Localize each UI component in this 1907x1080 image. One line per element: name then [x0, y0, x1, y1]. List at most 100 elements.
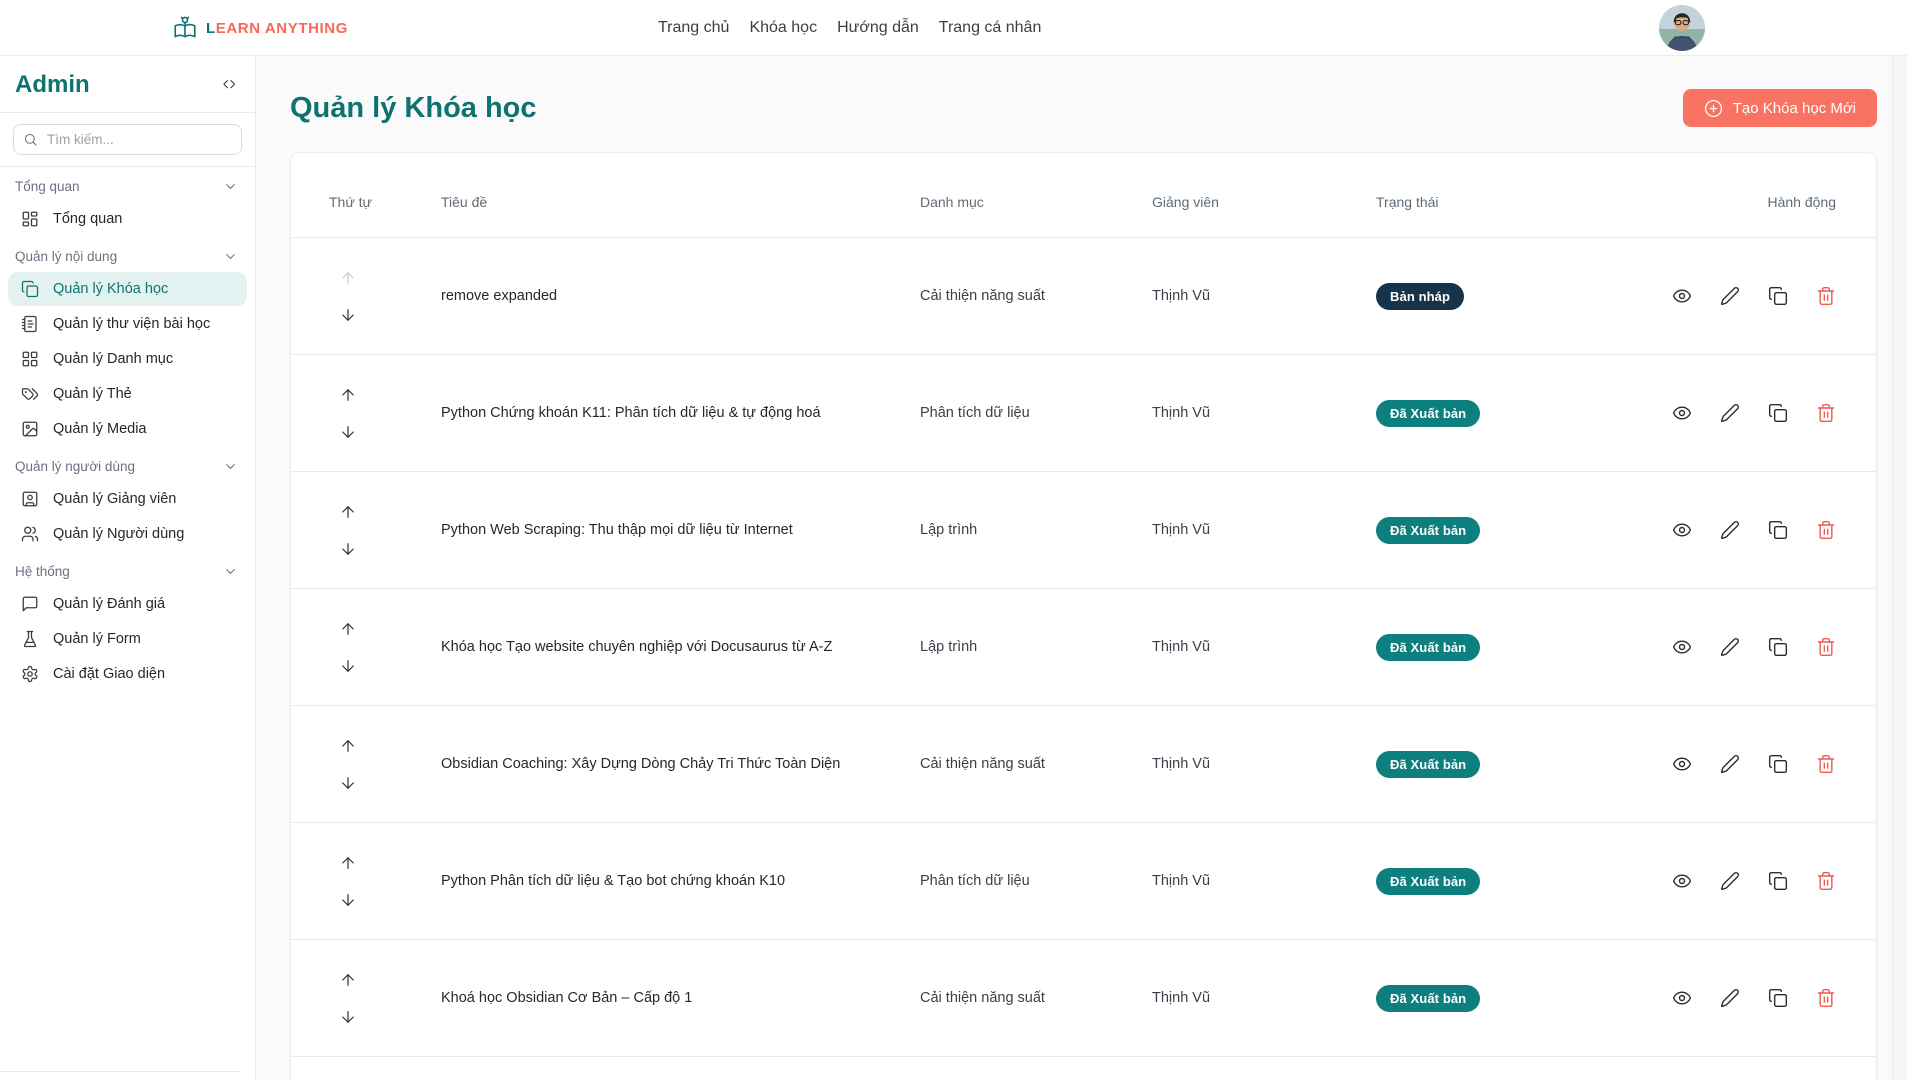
- sidebar-item-users[interactable]: Quản lý Người dùng: [8, 517, 247, 551]
- edit-button[interactable]: [1720, 520, 1740, 540]
- sidebar-item-instructors[interactable]: Quản lý Giảng viên: [8, 482, 247, 516]
- arrow-down-icon: [342, 776, 354, 789]
- sidebar-item-media[interactable]: Quản lý Media: [8, 412, 247, 446]
- sidebar-collapse-button[interactable]: [222, 77, 238, 93]
- edit-button[interactable]: [1720, 988, 1740, 1008]
- edit-button[interactable]: [1720, 754, 1740, 774]
- move-up-button[interactable]: [339, 737, 357, 755]
- delete-button[interactable]: [1816, 754, 1836, 774]
- sidebar-item-lesson-library[interactable]: Quản lý thư viện bài học: [8, 307, 247, 341]
- delete-button[interactable]: [1816, 637, 1836, 657]
- sidebar-section-system[interactable]: Hệ thống: [0, 552, 255, 586]
- message-icon: [21, 595, 39, 613]
- edit-button[interactable]: [1720, 871, 1740, 891]
- view-button[interactable]: [1672, 871, 1692, 891]
- view-button[interactable]: [1672, 403, 1692, 423]
- table-row: remove expanded Cải thiện năng suất Thịn…: [291, 237, 1876, 354]
- pencil-icon: [1720, 872, 1739, 891]
- delete-button[interactable]: [1816, 403, 1836, 423]
- view-button[interactable]: [1672, 286, 1692, 306]
- copy-icon: [1768, 754, 1788, 774]
- course-instructor: Thịnh Vũ: [1152, 873, 1211, 889]
- course-category: Phân tích dữ liệu: [920, 873, 1030, 889]
- duplicate-button[interactable]: [1768, 988, 1788, 1008]
- trash-icon: [1817, 871, 1835, 891]
- eye-icon: [1672, 991, 1692, 1005]
- delete-button[interactable]: [1816, 520, 1836, 540]
- status-badge: Đã Xuất bản: [1376, 750, 1481, 778]
- top-nav: Trang chủ Khóa học Hướng dẫn Trang cá nh…: [658, 0, 1041, 56]
- copy-icon: [1768, 403, 1788, 423]
- eye-icon: [1672, 289, 1692, 303]
- duplicate-button[interactable]: [1768, 871, 1788, 891]
- sidebar-section-overview[interactable]: Tổng quan: [0, 167, 255, 201]
- sidebar-item-courses[interactable]: Quản lý Khóa học: [8, 272, 247, 306]
- sidebar-item-tags[interactable]: Quản lý Thẻ: [8, 377, 247, 411]
- sidebar-item-label: Quản lý Người dùng: [53, 526, 185, 542]
- logo-link[interactable]: LEARN ANYTHING: [172, 0, 348, 56]
- view-button[interactable]: [1672, 637, 1692, 657]
- sidebar-section-content[interactable]: Quản lý nội dung: [0, 237, 255, 271]
- sidebar-item-forms[interactable]: Quản lý Form: [8, 622, 247, 656]
- course-title: remove expanded: [441, 288, 558, 304]
- move-up-button[interactable]: [339, 386, 357, 404]
- delete-button[interactable]: [1816, 988, 1836, 1008]
- trash-icon: [1817, 520, 1835, 540]
- view-button[interactable]: [1672, 520, 1692, 540]
- course-instructor: Thịnh Vũ: [1152, 756, 1211, 772]
- sidebar-item-overview[interactable]: Tổng quan: [8, 202, 247, 236]
- sidebar-item-label: Quản lý Khóa học: [53, 281, 169, 297]
- edit-button[interactable]: [1720, 286, 1740, 306]
- duplicate-button[interactable]: [1768, 286, 1788, 306]
- nav-item-guide[interactable]: Hướng dẫn: [837, 15, 919, 41]
- duplicate-button[interactable]: [1768, 520, 1788, 540]
- course-title: Khoá học Obsidian Cơ Bản – Cấp độ 1: [441, 990, 693, 1006]
- user-avatar[interactable]: [1659, 5, 1705, 51]
- status-badge: Đã Xuất bản: [1376, 399, 1481, 427]
- create-course-button[interactable]: Tạo Khóa học Mới: [1682, 89, 1877, 127]
- users-icon: [21, 525, 39, 543]
- arrow-up-icon: [342, 271, 354, 284]
- move-down-button[interactable]: [339, 657, 357, 675]
- move-down-button[interactable]: [339, 774, 357, 792]
- eye-icon: [1672, 757, 1692, 771]
- grid-icon: [21, 350, 39, 368]
- sidebar-item-reviews[interactable]: Quản lý Đánh giá: [8, 587, 247, 621]
- move-down-button[interactable]: [339, 1008, 357, 1026]
- sidebar-section-users[interactable]: Quản lý người dùng: [0, 447, 255, 481]
- view-button[interactable]: [1672, 754, 1692, 774]
- delete-button[interactable]: [1816, 286, 1836, 306]
- course-instructor: Thịnh Vũ: [1152, 522, 1211, 538]
- table-body: remove expanded Cải thiện năng suất Thịn…: [291, 237, 1876, 1080]
- course-title: Python Web Scraping: Thu thập mọi dữ liệ…: [441, 522, 793, 538]
- order-cell: [291, 737, 441, 792]
- trash-icon: [1817, 403, 1835, 423]
- scrollbar-track[interactable]: [1892, 56, 1907, 1080]
- move-down-button[interactable]: [339, 540, 357, 558]
- order-cell: [291, 386, 441, 441]
- duplicate-button[interactable]: [1768, 637, 1788, 657]
- arrow-up-icon: [342, 739, 354, 752]
- move-down-button[interactable]: [339, 891, 357, 909]
- edit-button[interactable]: [1720, 403, 1740, 423]
- move-up-button[interactable]: [339, 503, 357, 521]
- duplicate-button[interactable]: [1768, 403, 1788, 423]
- move-down-button[interactable]: [339, 306, 357, 324]
- table-row: Khóa học Tạo website chuyên nghiệp với D…: [291, 588, 1876, 705]
- course-category: Cải thiện năng suất: [920, 756, 1045, 772]
- delete-button[interactable]: [1816, 871, 1836, 891]
- view-button[interactable]: [1672, 988, 1692, 1008]
- move-down-button[interactable]: [339, 423, 357, 441]
- sidebar-item-appearance[interactable]: Cài đặt Giao diện: [8, 657, 247, 691]
- move-up-button[interactable]: [339, 620, 357, 638]
- nav-item-home[interactable]: Trang chủ: [658, 15, 729, 41]
- sidebar-search-input[interactable]: [13, 124, 242, 155]
- duplicate-button[interactable]: [1768, 754, 1788, 774]
- move-up-button[interactable]: [339, 971, 357, 989]
- nav-item-courses[interactable]: Khóa học: [749, 15, 817, 41]
- move-up-button[interactable]: [339, 854, 357, 872]
- course-category: Cải thiện năng suất: [920, 990, 1045, 1006]
- edit-button[interactable]: [1720, 637, 1740, 657]
- sidebar-item-categories[interactable]: Quản lý Danh mục: [8, 342, 247, 376]
- nav-item-profile[interactable]: Trang cá nhân: [939, 15, 1042, 41]
